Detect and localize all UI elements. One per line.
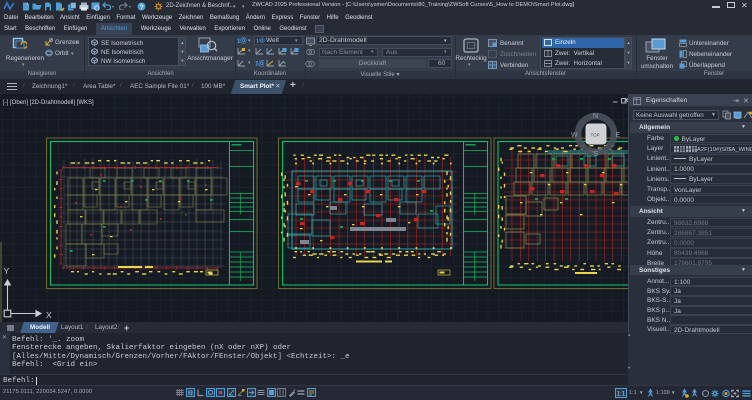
svg-text:1Ⓞ: 1Ⓞ (255, 59, 264, 67)
svg-text:N: N (593, 113, 598, 120)
svg-text:[-] [Oben] [2D-Drahtmodell] [W: [-] [Oben] [2D-Drahtmodell] [WKS] (3, 100, 94, 106)
svg-text:TOP: TOP (591, 133, 600, 138)
svg-text:S: S (594, 151, 599, 158)
svg-text:W: W (571, 132, 578, 139)
svg-text:1Ⓞ: 1Ⓞ (237, 37, 246, 45)
svg-text:Y: Y (4, 266, 10, 276)
svg-text:X: X (46, 310, 52, 320)
svg-text:?: ? (140, 3, 144, 10)
svg-text:1Ⓞ: 1Ⓞ (256, 37, 265, 44)
svg-text:1:1: 1:1 (617, 391, 626, 397)
svg-text:E: E (616, 132, 621, 139)
